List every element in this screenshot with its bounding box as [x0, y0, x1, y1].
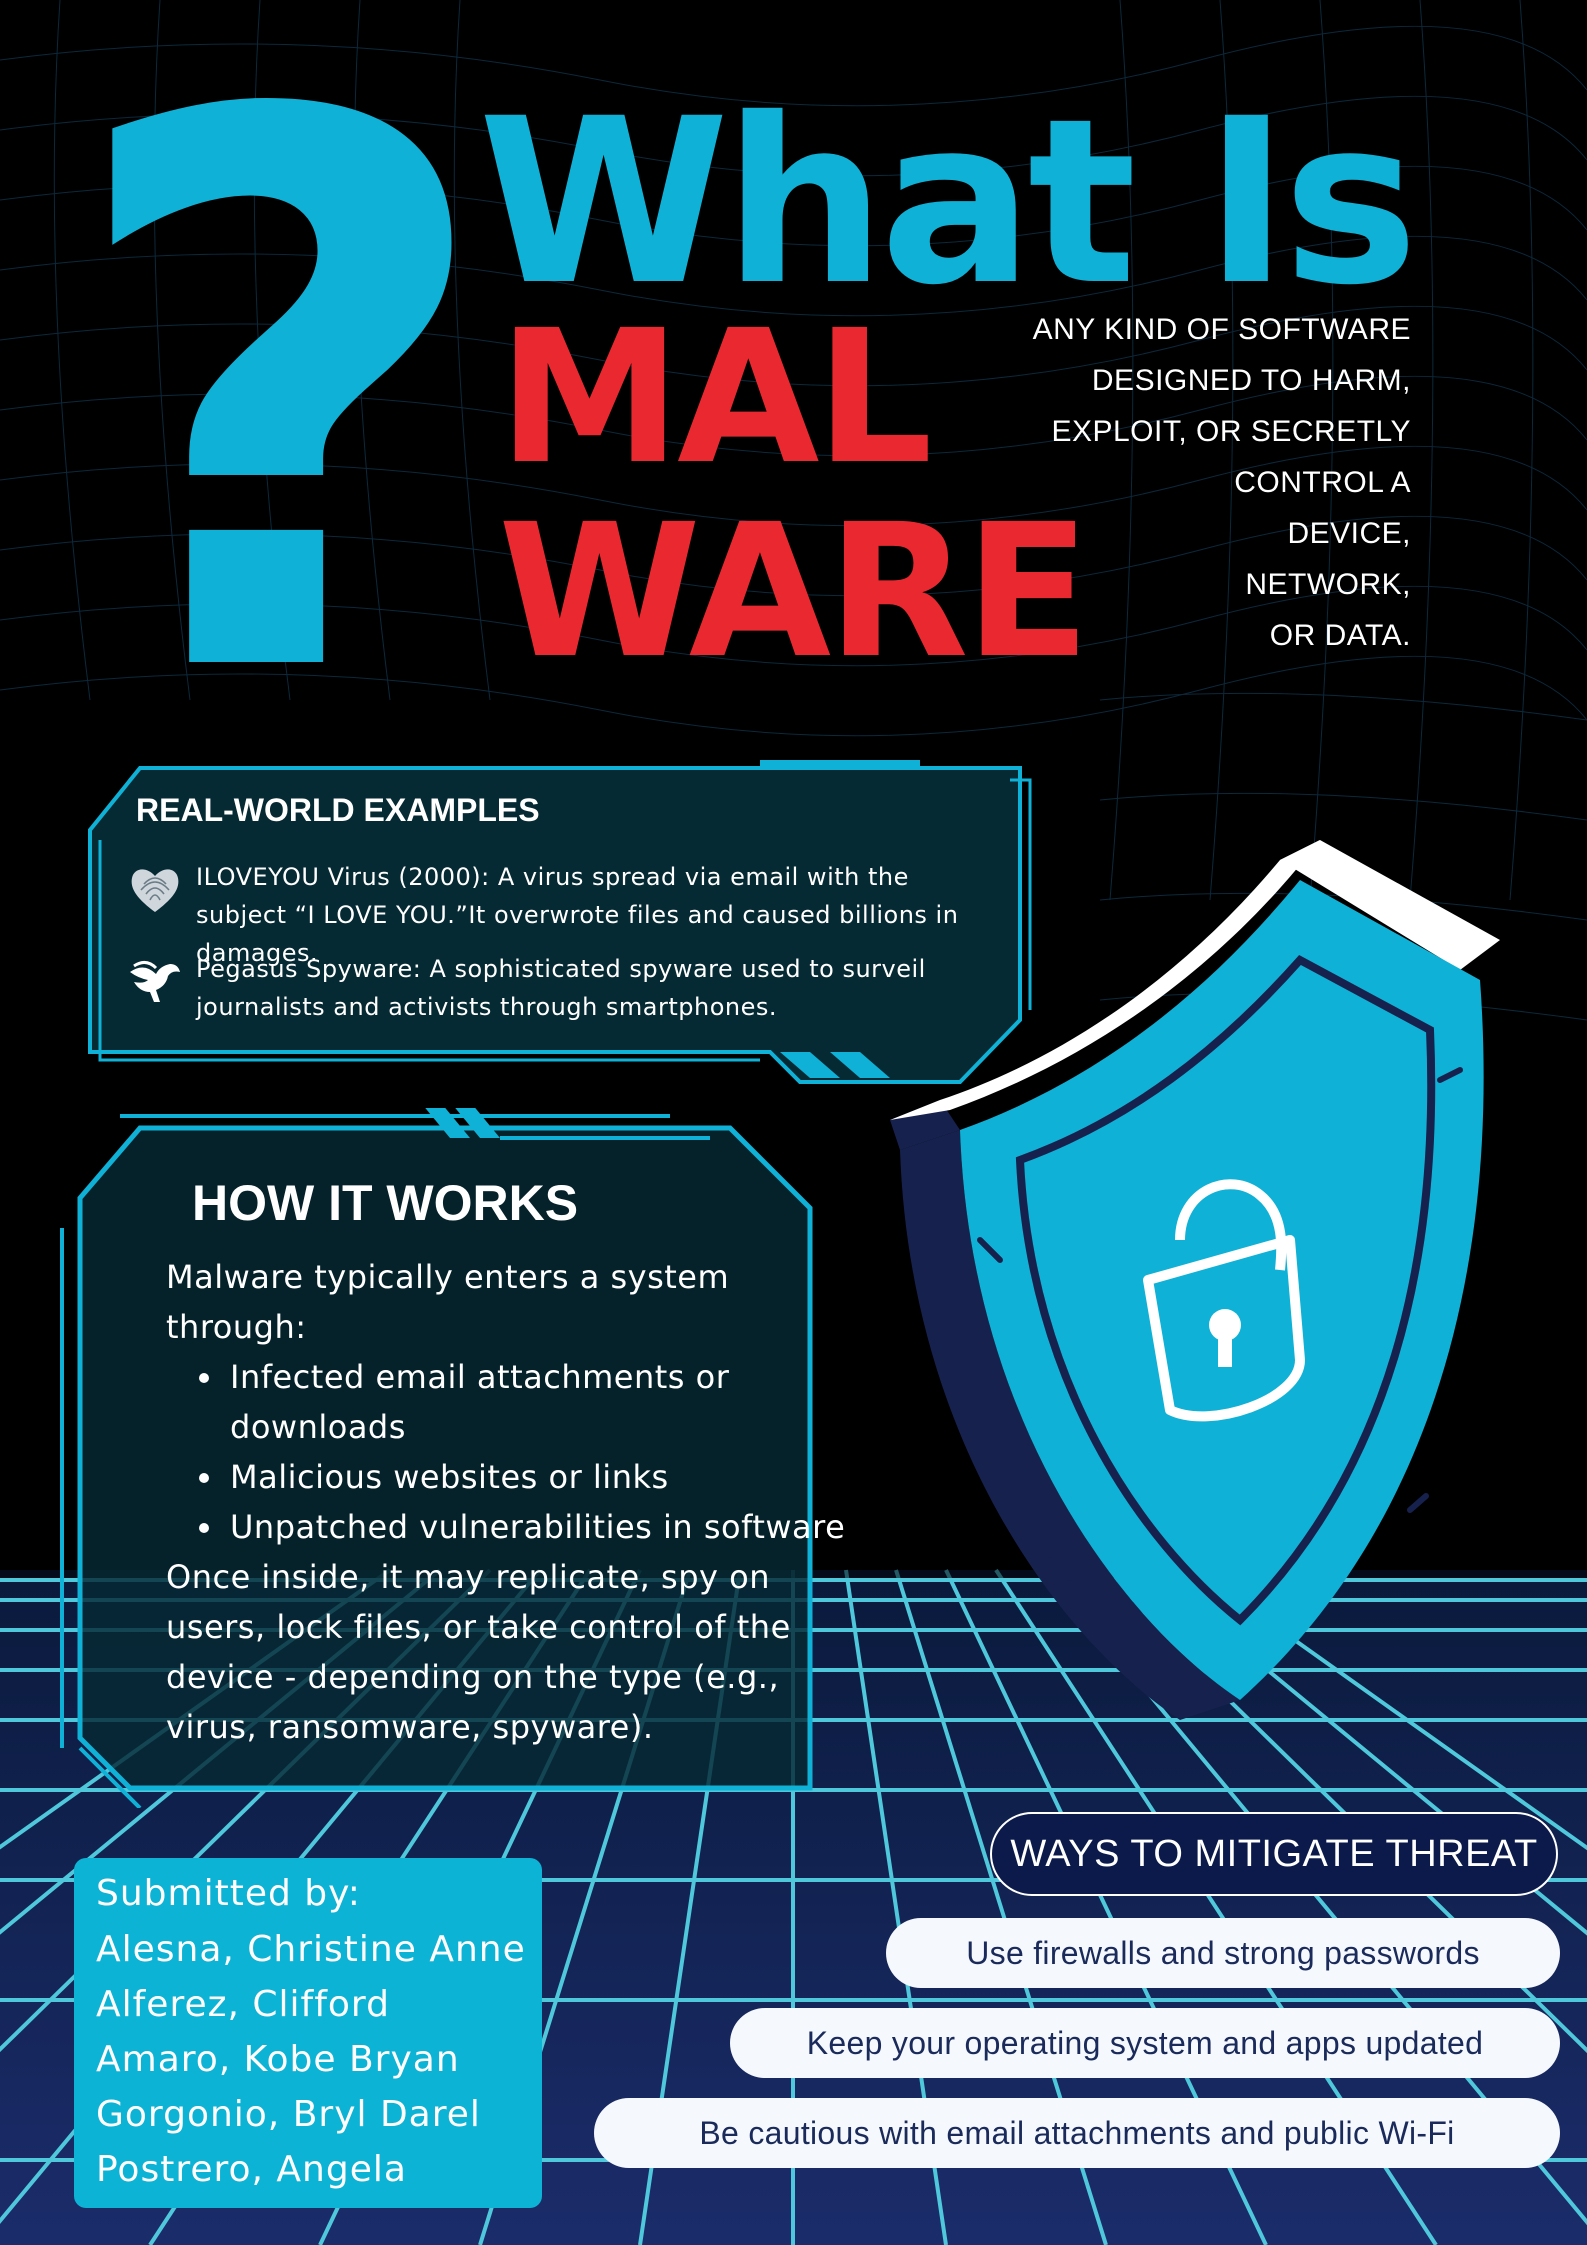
question-mark-graphic: ?: [60, 0, 501, 842]
submitted-label: Submitted by:: [96, 1873, 361, 1914]
how-it-works-outro: Once inside, it may replicate, spy on us…: [166, 1558, 791, 1746]
how-it-works-list: Infected email attachments or downloads …: [186, 1352, 846, 1552]
mitigate-title: WAYS TO MITIGATE THREAT: [990, 1812, 1558, 1896]
list-item: Amaro, Kobe Bryan: [96, 2039, 460, 2080]
title-what-is: What Is: [478, 69, 1419, 335]
mitigate-item: Be cautious with email attachments and p…: [594, 2098, 1560, 2168]
list-item: Infected email attachments or downloads: [226, 1352, 846, 1452]
submitted-names-list: Alesna, Christine Anne Alferez, Clifford…: [96, 1922, 526, 2197]
list-item: Postrero, Angela: [96, 2149, 407, 2190]
list-item: Alesna, Christine Anne: [96, 1929, 526, 1970]
pegasus-icon: [130, 961, 180, 1002]
examples-title: REAL-WORLD EXAMPLES: [136, 792, 540, 828]
shield-lock-icon: [890, 840, 1500, 1720]
malware-definition: ANY KIND OF SOFTWARE DESIGNED TO HARM, E…: [1032, 313, 1411, 652]
fingerprint-heart-icon: [131, 869, 179, 912]
how-it-works-intro: Malware typically enters a system throug…: [166, 1258, 730, 1346]
example-pegasus: Pegasus Spyware: A sophisticated spyware…: [196, 955, 926, 1021]
title-mal: MAL: [498, 291, 933, 505]
list-item: Gorgonio, Bryl Darel: [96, 2094, 481, 2135]
list-item: Malicious websites or links: [226, 1452, 846, 1502]
list-item: Unpatched vulnerabilities in software: [226, 1502, 846, 1552]
how-it-works-title: HOW IT WORKS: [192, 1175, 579, 1231]
list-item: Alferez, Clifford: [96, 1984, 390, 2025]
mitigate-item: Use firewalls and strong passwords: [886, 1918, 1560, 1988]
mitigate-item: Keep your operating system and apps upda…: [730, 2008, 1560, 2078]
